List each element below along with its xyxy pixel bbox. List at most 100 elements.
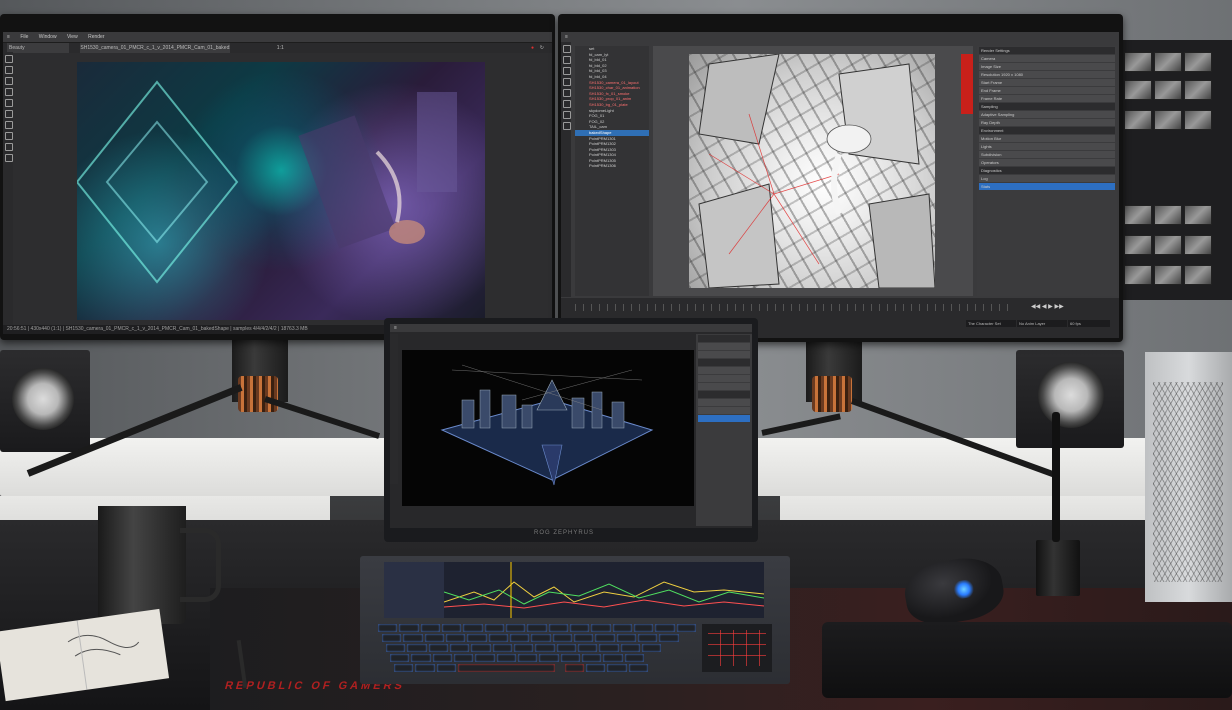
keyboard-key[interactable] <box>531 634 551 642</box>
layer-select[interactable]: Beauty <box>7 43 69 53</box>
keyboard-key[interactable] <box>595 634 615 642</box>
keyboard-key[interactable] <box>420 624 440 632</box>
outliner-item[interactable]: PointPRM1306 <box>575 163 649 169</box>
time-slider[interactable] <box>575 304 1015 311</box>
select-tool-icon[interactable] <box>563 45 571 53</box>
attribute-row[interactable]: Motion Blur <box>979 135 1115 142</box>
keyboard-key[interactable] <box>450 644 470 652</box>
attribute-row[interactable]: Start Frame <box>979 79 1115 86</box>
zoom-tool-icon[interactable] <box>5 121 13 129</box>
keyboard-key[interactable] <box>612 624 632 632</box>
attribute-row[interactable]: Image Size <box>979 63 1115 70</box>
light-tool-icon[interactable] <box>563 111 571 119</box>
keyboard-key[interactable] <box>407 644 427 652</box>
keyboard-key[interactable] <box>506 624 526 632</box>
keyboard-key[interactable] <box>514 644 534 652</box>
scale-tool-icon[interactable] <box>563 78 571 86</box>
keyboard-key[interactable] <box>471 644 491 652</box>
keyboard-key[interactable] <box>496 654 516 662</box>
text-tool-icon[interactable] <box>563 89 571 97</box>
attribute-row[interactable]: Lights <box>979 143 1115 150</box>
keyboard-key[interactable] <box>582 654 602 662</box>
fill-tool-icon[interactable] <box>5 143 13 151</box>
menu-item-view[interactable]: View <box>67 34 78 40</box>
keyboard-key[interactable] <box>578 644 598 652</box>
keyboard-key[interactable] <box>458 664 555 672</box>
keyboard-key[interactable] <box>394 664 414 672</box>
keyboard-key[interactable] <box>527 624 547 632</box>
keyboard-key[interactable] <box>390 654 410 662</box>
attribute-section-header[interactable]: Environment <box>979 127 1115 134</box>
keyboard-key[interactable] <box>624 654 644 662</box>
brush-tool-icon[interactable] <box>563 122 571 130</box>
attribute-row[interactable]: Frame Rate <box>979 95 1115 102</box>
keyboard-key[interactable] <box>591 624 611 632</box>
keyboard-key[interactable] <box>616 634 636 642</box>
attribute-section-header[interactable]: Render Settings <box>979 47 1115 54</box>
keyboard-key[interactable] <box>518 654 538 662</box>
keyboard-key[interactable] <box>676 624 696 632</box>
attribute-row[interactable]: Operators <box>979 159 1115 166</box>
anim-layer-field[interactable]: No Anim Layer <box>1017 320 1067 327</box>
keyboard-key[interactable] <box>475 654 495 662</box>
eyedropper-tool-icon[interactable] <box>5 132 13 140</box>
refresh-icon[interactable]: ↻ <box>540 43 544 53</box>
keyboard-key[interactable] <box>628 664 648 672</box>
keyboard-key[interactable] <box>535 644 555 652</box>
crop-tool-icon[interactable] <box>5 77 13 85</box>
attribute-row[interactable]: Ray Depth <box>979 119 1115 126</box>
menu-item-window[interactable]: Window <box>39 34 57 40</box>
select-tool-icon[interactable] <box>5 55 13 63</box>
attribute-row[interactable]: Camera <box>979 55 1115 62</box>
gradient-tool-icon[interactable] <box>5 154 13 162</box>
menu-item[interactable]: ≡ <box>7 34 10 40</box>
keyboard-key[interactable] <box>411 654 431 662</box>
keyboard-key[interactable] <box>599 644 619 652</box>
keyboard-key[interactable] <box>415 664 435 672</box>
keyboard-key[interactable] <box>586 664 606 672</box>
attribute-section-header[interactable]: Diagnostics <box>979 167 1115 174</box>
keyboard-key[interactable] <box>659 634 679 642</box>
keyboard-key[interactable] <box>446 634 466 642</box>
render-stop-icon[interactable]: ● <box>531 43 534 53</box>
move-tool-icon[interactable] <box>563 56 571 64</box>
attribute-section-header[interactable]: Sampling <box>979 103 1115 110</box>
keyboard-key[interactable] <box>424 634 444 642</box>
keyboard-key[interactable] <box>603 654 623 662</box>
keyboard-key[interactable] <box>607 664 627 672</box>
keyboard-key[interactable] <box>467 634 487 642</box>
menu-item[interactable]: ≡ <box>394 325 397 331</box>
rotate-tool-icon[interactable] <box>563 67 571 75</box>
pen-tool-icon[interactable] <box>5 110 13 118</box>
keyboard-key[interactable] <box>463 624 483 632</box>
fps-field[interactable]: 60 fps <box>1068 320 1110 327</box>
playback-controls[interactable]: ◀◀ ◀ ▶ ▶▶ <box>1031 303 1111 311</box>
camera-tool-icon[interactable] <box>563 100 571 108</box>
keyboard-key[interactable] <box>570 624 590 632</box>
keyboard-key[interactable] <box>484 624 504 632</box>
brush-tool-icon[interactable] <box>5 88 13 96</box>
menu-item-render[interactable]: Render <box>88 34 104 40</box>
keyboard-key[interactable] <box>560 654 580 662</box>
attribute-row[interactable]: Resolution 1920 x 1080 <box>979 71 1115 78</box>
keyboard-key[interactable] <box>642 644 662 652</box>
keyboard-key[interactable] <box>574 634 594 642</box>
keyboard-key[interactable] <box>548 624 568 632</box>
menu-item[interactable]: ≡ <box>565 34 568 40</box>
attribute-row[interactable]: Subdivision <box>979 151 1115 158</box>
text-tool-icon[interactable] <box>5 99 13 107</box>
keyboard-key[interactable] <box>556 644 576 652</box>
attribute-row[interactable]: End Frame <box>979 87 1115 94</box>
keyboard-key[interactable] <box>638 634 658 642</box>
touchpad-numpad[interactable] <box>702 624 772 672</box>
keyboard-key[interactable] <box>378 624 398 632</box>
keyboard-key[interactable] <box>428 644 448 652</box>
keyboard-key[interactable] <box>620 644 640 652</box>
keyboard-key[interactable] <box>454 654 474 662</box>
keyboard-key[interactable] <box>539 654 559 662</box>
keyboard-key[interactable] <box>510 634 530 642</box>
keyboard-key[interactable] <box>386 644 406 652</box>
attribute-row[interactable]: Adaptive Sampling <box>979 111 1115 118</box>
move-tool-icon[interactable] <box>5 66 13 74</box>
keyboard-key[interactable] <box>432 654 452 662</box>
